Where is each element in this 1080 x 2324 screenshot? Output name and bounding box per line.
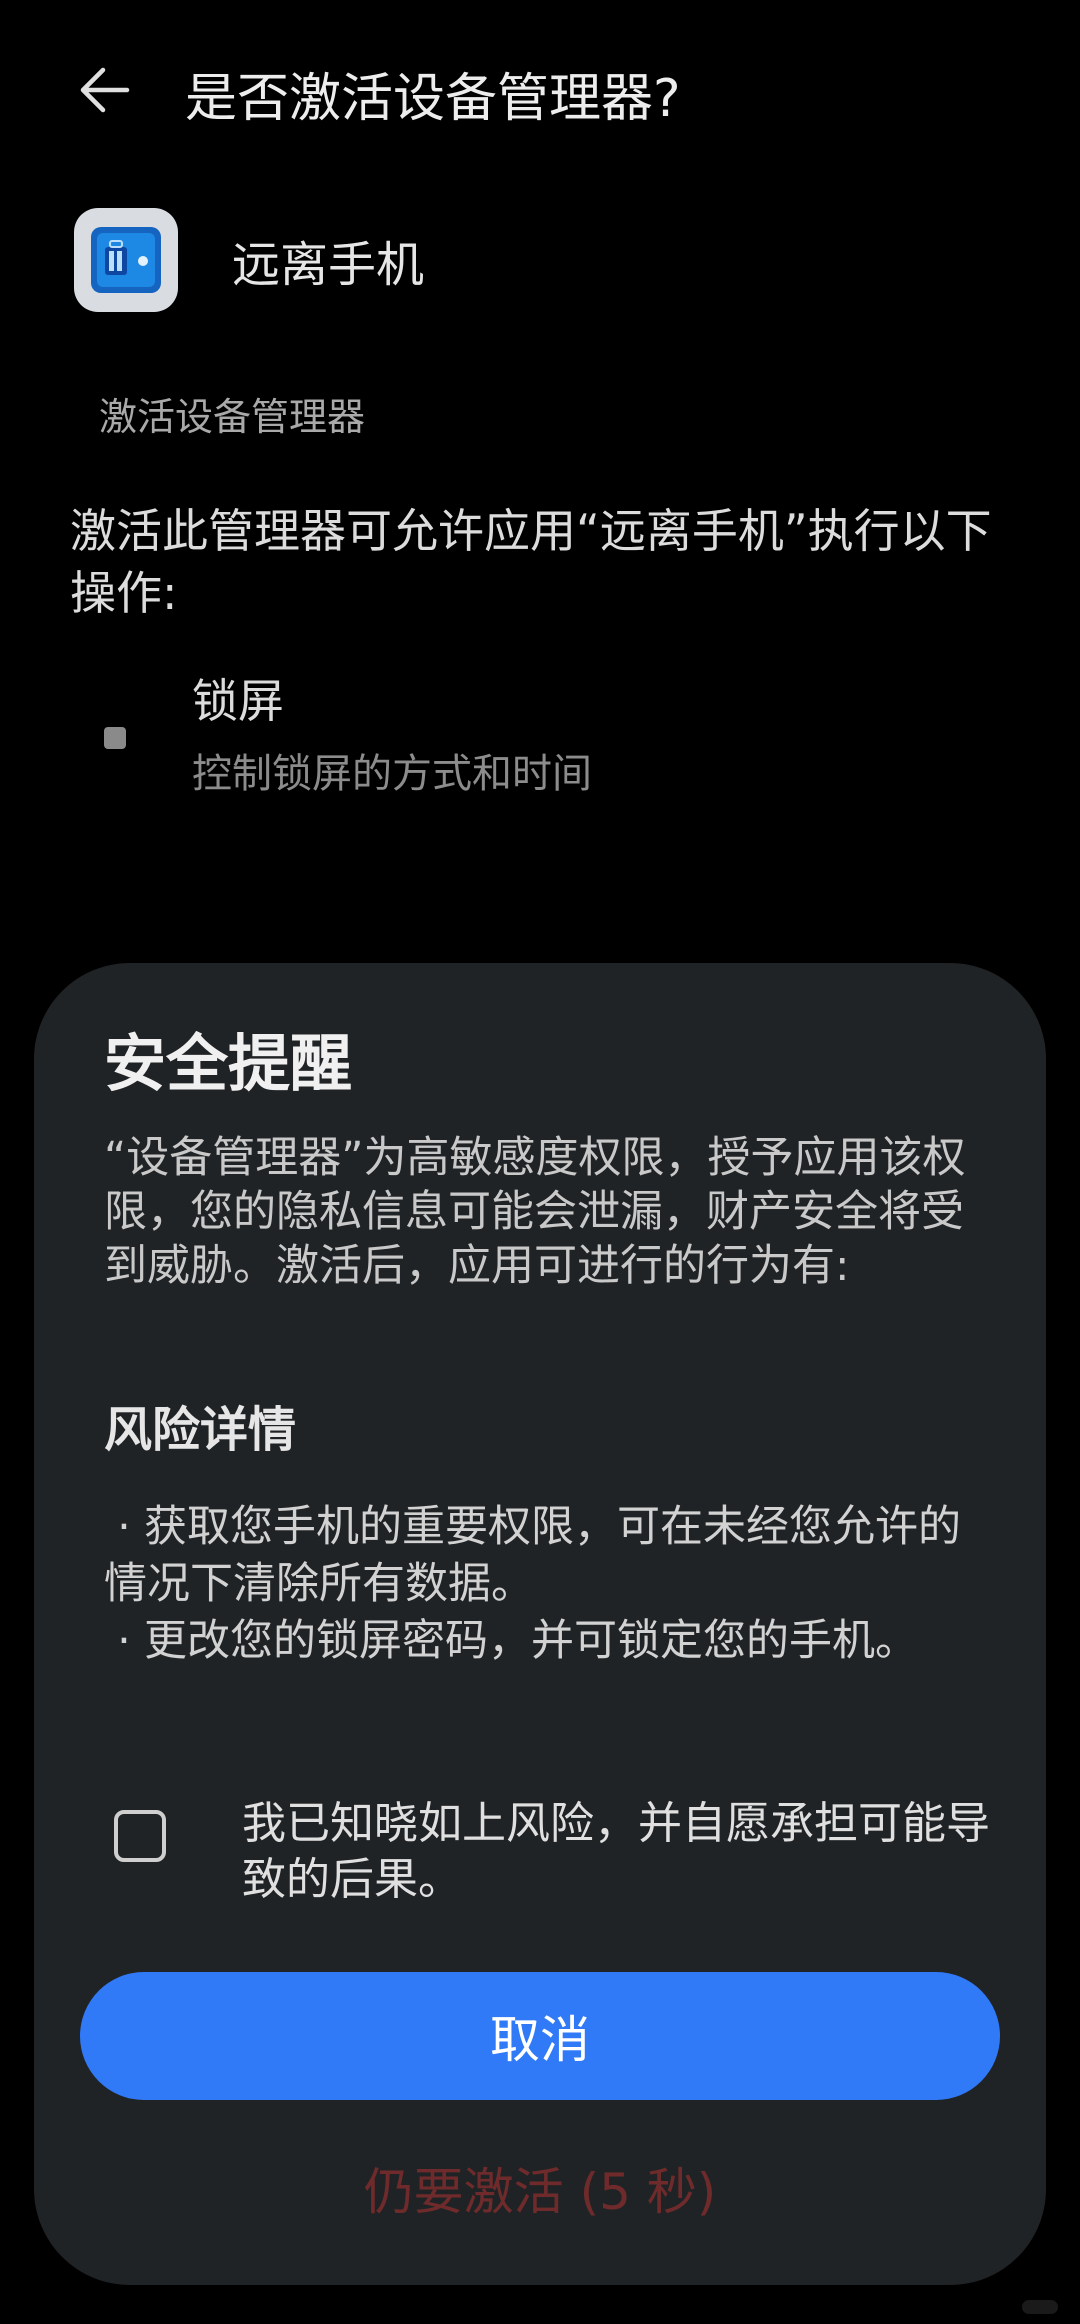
risk-details-heading: 风险详情: [104, 1402, 297, 1458]
permission-description: 激活此管理器可允许应用“远离手机”执行以下操作:: [70, 504, 992, 620]
app-info-row: 远离手机: [74, 208, 424, 312]
page-title: 是否激活设备管理器?: [185, 69, 681, 129]
bullet-icon: ·: [117, 1616, 131, 1666]
acknowledge-label: 我已知晓如上风险，并自愿承担可能导致的后果。: [242, 1798, 990, 1905]
bullet-icon: ·: [117, 1502, 131, 1552]
risk-list: · 获取您手机的重要权限，可在未经您允许的情况下清除所有数据。 · 更改您的锁屏密码…: [104, 1499, 994, 1670]
acknowledge-row[interactable]: 我已知晓如上风险，并自愿承担可能导致的后果。: [114, 1796, 994, 1906]
permission-title: 锁屏: [192, 674, 284, 728]
app-name: 远离手机: [232, 237, 425, 293]
back-button[interactable]: [60, 45, 150, 135]
arrow-left-icon: [80, 67, 130, 113]
permission-item-lock-screen: 锁屏 控制锁屏的方式和时间: [100, 665, 1000, 805]
cancel-button[interactable]: 取消: [80, 1972, 1000, 2100]
watermark-badge: [1022, 2300, 1058, 2314]
dialog-body: “设备管理器”为高敏感度权限，授予应用该权限，您的隐私信息可能会泄漏，财产安全将…: [104, 1133, 966, 1291]
section-label: 激活设备管理器: [99, 395, 366, 439]
list-item: · 更改您的锁屏密码，并可锁定您的手机。: [104, 1613, 994, 1670]
permission-subtitle: 控制锁屏的方式和时间: [192, 751, 592, 797]
header-bar: 是否激活设备管理器?: [0, 0, 1080, 176]
security-warning-dialog: 安全提醒 “设备管理器”为高敏感度权限，授予应用该权限，您的隐私信息可能会泄漏，…: [34, 963, 1046, 2285]
lock-screen-icon: [104, 727, 126, 749]
activate-anyway-button[interactable]: 仍要激活 (5 秒): [80, 2148, 1000, 2228]
app-briefcase-icon: [74, 208, 178, 312]
dialog-title: 安全提醒: [104, 1027, 353, 1100]
acknowledge-checkbox[interactable]: [114, 1810, 166, 1862]
list-item: · 获取您手机的重要权限，可在未经您允许的情况下清除所有数据。: [104, 1499, 994, 1613]
